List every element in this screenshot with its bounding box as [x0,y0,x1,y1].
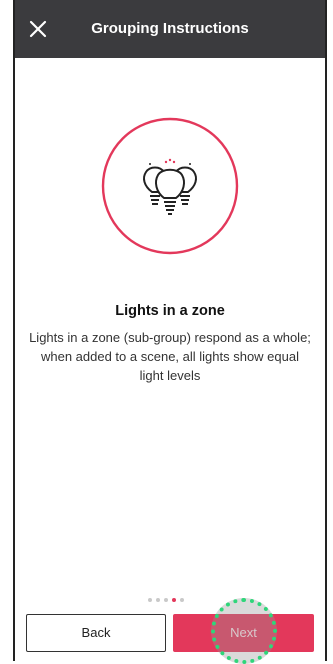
header-bar: Grouping Instructions [15,0,325,58]
close-icon [29,20,47,38]
section-description: Lights in a zone (sub-group) respond as … [29,330,311,383]
app-screen: Grouping Instructions Lights in a zone L… [0,0,333,664]
device-border-right [325,0,327,661]
section-title: Lights in a zone [115,303,225,319]
page-dot [180,598,184,602]
device-border-left [13,0,15,661]
light-bulbs-group-icon [100,116,240,256]
next-button[interactable]: Next [173,614,314,652]
close-button[interactable] [25,16,51,42]
page-dot-active [172,598,176,602]
page-dot [164,598,168,602]
page-dot [148,598,152,602]
page-indicator [148,598,198,604]
page-dot [156,598,160,602]
page-title: Grouping Instructions [91,20,249,37]
back-button[interactable]: Back [26,614,166,652]
